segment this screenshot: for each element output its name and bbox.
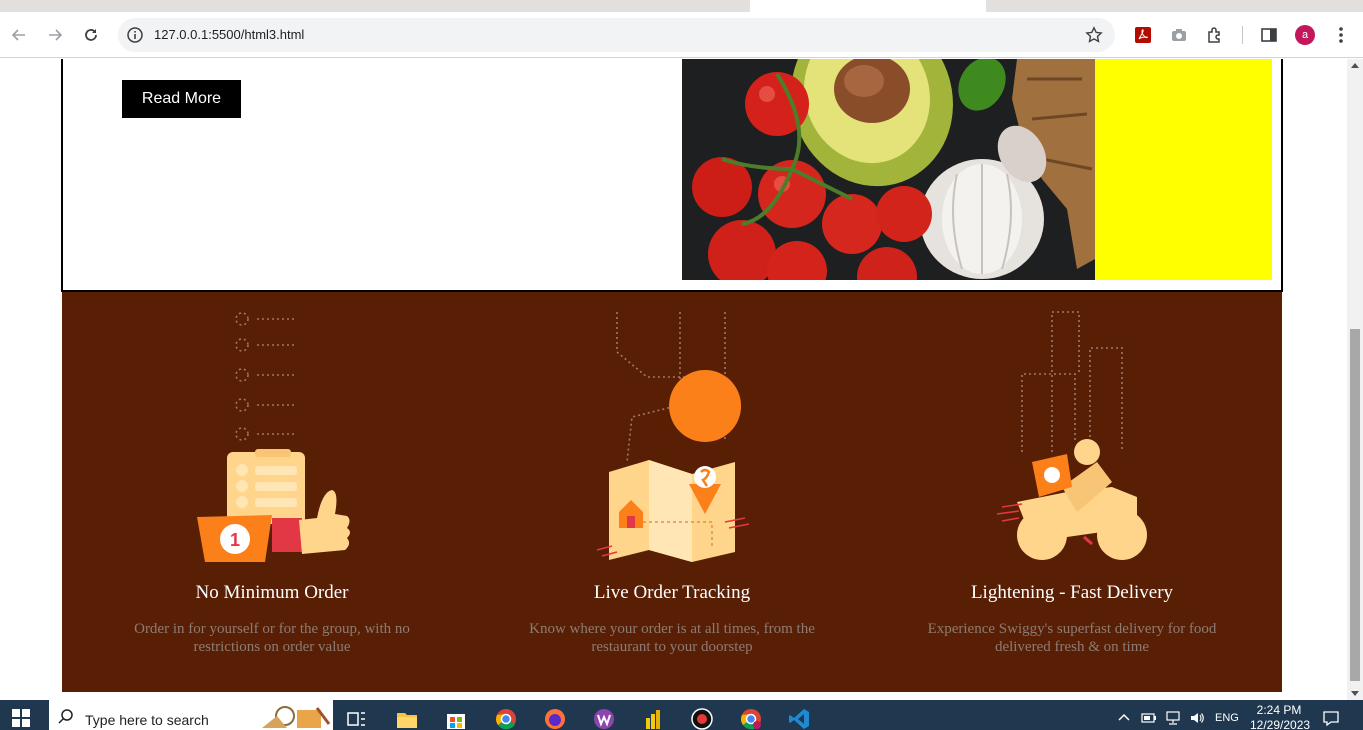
clock-date: 12/29/2023	[1250, 718, 1311, 730]
profile-avatar[interactable]: a	[1295, 25, 1315, 45]
chrome-profile-icon[interactable]	[740, 708, 762, 730]
feature-description: Order in for yourself or for the group, …	[134, 621, 410, 655]
forward-button[interactable]	[43, 23, 67, 47]
page-viewport: Read More 1 No Minimum Order Order in fo…	[0, 59, 1347, 700]
vegetables-photo	[682, 59, 1095, 280]
notifications-icon[interactable]	[1322, 709, 1340, 727]
taskbar-search-box[interactable]: Type here to search	[49, 700, 333, 730]
search-highlight-illustration	[262, 706, 331, 728]
feature-description: Know where your order is at all times, f…	[529, 621, 815, 655]
feature-live-order-tracking: Live Order Tracking Know where your orde…	[467, 292, 877, 692]
vscode-icon[interactable]	[788, 708, 810, 730]
scrollbar-thumb[interactable]	[1350, 329, 1360, 681]
background-tab[interactable]	[986, 0, 1363, 12]
clock-time: 2:24 PM	[1256, 703, 1302, 717]
microsoft-store-icon[interactable]	[445, 708, 467, 730]
svg-text:1: 1	[230, 530, 240, 550]
toolbar-divider	[1242, 26, 1243, 44]
feature-title: Live Order Tracking	[593, 582, 751, 603]
scroll-up-arrow-icon[interactable]	[1351, 63, 1359, 68]
language-indicator[interactable]: ENG	[1215, 712, 1239, 724]
search-placeholder: Type here to search	[85, 712, 209, 728]
background-tab[interactable]	[0, 0, 750, 12]
browser-toolbar: 127.0.0.1:5500/html3.html a	[0, 12, 1363, 58]
camera-extension-icon[interactable]	[1168, 24, 1190, 46]
taskbar-clock[interactable]: 2:24 PM 12/29/2023	[1250, 703, 1311, 730]
task-view-icon[interactable]	[346, 708, 368, 730]
power-bi-icon[interactable]	[642, 708, 664, 730]
read-more-button[interactable]: Read More	[122, 80, 241, 118]
url-text: 127.0.0.1:5500/html3.html	[154, 27, 305, 42]
tab-strip	[0, 0, 1363, 12]
bookmark-star-icon[interactable]	[1085, 26, 1103, 44]
forward-arrow-icon	[49, 29, 63, 41]
back-arrow-icon	[11, 29, 25, 41]
back-button[interactable]	[7, 23, 31, 47]
thumbs-up-order-icon: 1	[197, 312, 350, 562]
file-explorer-icon[interactable]	[396, 708, 418, 730]
chrome-icon[interactable]	[495, 708, 517, 730]
feature-description: Experience Swiggy's superfast delivery f…	[927, 621, 1217, 655]
browser-menu-icon[interactable]	[1330, 24, 1352, 46]
feature-title: Lightening - Fast Delivery	[970, 582, 1174, 603]
side-panel-icon[interactable]	[1258, 24, 1280, 46]
active-tab[interactable]	[750, 0, 986, 12]
page-scrollbar[interactable]	[1347, 59, 1363, 700]
yellow-panel	[1095, 59, 1272, 280]
delivery-scooter-icon	[996, 311, 1147, 560]
feature-no-minimum-order: 1 No Minimum Order Order in for yourself…	[67, 292, 477, 692]
screen-recorder-icon[interactable]	[691, 708, 713, 730]
reload-button[interactable]	[79, 23, 103, 47]
feature-title: No Minimum Order	[195, 582, 349, 603]
windows-taskbar: Type here to search ENG 2:24 PM 12/29/20…	[0, 700, 1363, 730]
network-icon[interactable]	[1165, 710, 1181, 726]
map-location-pin-icon	[596, 312, 750, 562]
scroll-down-arrow-icon[interactable]	[1351, 691, 1359, 696]
search-icon	[58, 709, 73, 724]
address-bar[interactable]: 127.0.0.1:5500/html3.html	[118, 18, 1115, 52]
features-section: 1 No Minimum Order Order in for yourself…	[62, 292, 1282, 692]
show-hidden-icons-chevron-icon[interactable]	[1117, 711, 1131, 725]
site-info-icon[interactable]	[125, 25, 145, 45]
battery-icon[interactable]	[1141, 710, 1157, 726]
windows-start-icon[interactable]	[12, 709, 30, 727]
pdf-extension-icon[interactable]	[1132, 24, 1154, 46]
firefox-icon[interactable]	[544, 708, 566, 730]
extensions-puzzle-icon[interactable]	[1204, 24, 1226, 46]
reload-icon	[85, 29, 97, 41]
wps-office-icon[interactable]	[593, 708, 615, 730]
feature-fast-delivery: Lightening - Fast Delivery Experience Sw…	[867, 292, 1277, 692]
volume-icon[interactable]	[1189, 710, 1205, 726]
